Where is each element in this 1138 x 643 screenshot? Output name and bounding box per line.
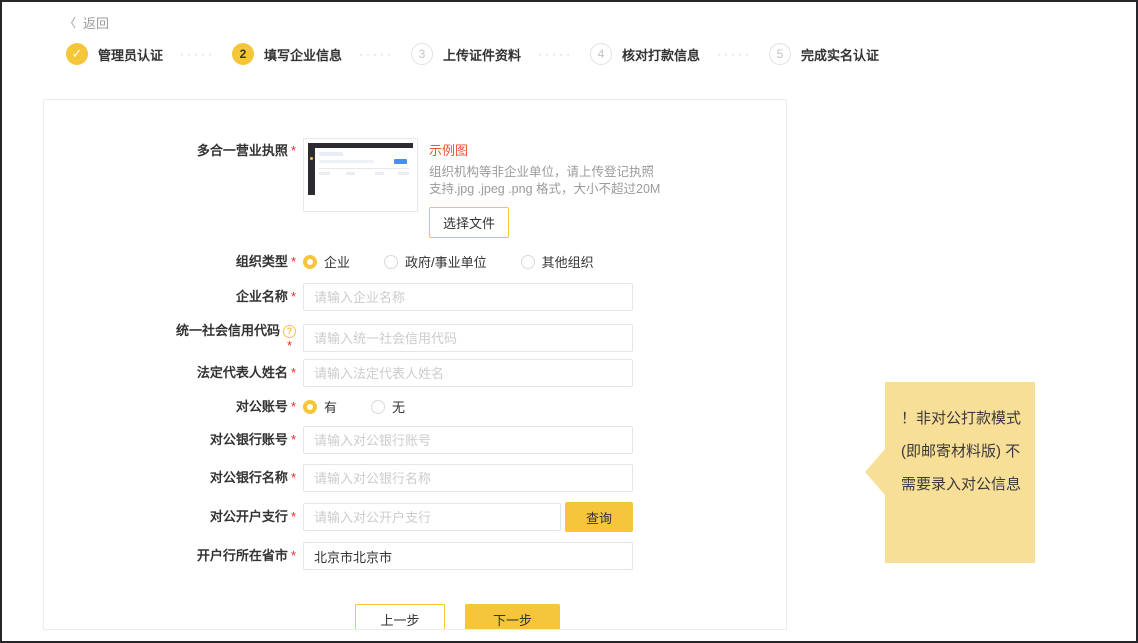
radio-org-other[interactable]: 其他组织 xyxy=(521,252,594,271)
step-label: 填写企业信息 xyxy=(264,45,342,64)
step-separator-dots: ····· xyxy=(538,47,573,61)
company-info-form-card: 多合一营业执照* 示例图 组织机构等非企业单位，请上传登记执照 xyxy=(43,99,787,630)
tooltip-arrow-left xyxy=(865,449,885,495)
form-actions: 上一步 下一步 xyxy=(355,604,786,630)
step-label: 上传证件资料 xyxy=(443,45,521,64)
tooltip-text: ！非对公打款模式 (即邮寄材料版) 不需要录入对公信息 xyxy=(901,402,1023,501)
next-step-button[interactable]: 下一步 xyxy=(465,604,560,630)
bank-region-row: 开户行所在省市* xyxy=(44,542,786,570)
bank-name-label: 对公银行名称* xyxy=(44,470,303,486)
step-number-3: 3 xyxy=(411,43,433,65)
radio-org-government[interactable]: 政府/事业单位 xyxy=(384,252,487,271)
required-asterisk: * xyxy=(291,254,296,269)
step-number-5: 5 xyxy=(769,43,791,65)
step-number-4: 4 xyxy=(590,43,612,65)
radio-icon xyxy=(521,255,535,269)
credit-code-row: 统一社会信用代码 ? * xyxy=(44,323,786,353)
step-label: 核对打款信息 xyxy=(622,45,700,64)
check-icon: ✓ xyxy=(66,43,88,65)
bank-account-row: 对公银行账号* xyxy=(44,426,786,454)
company-name-input[interactable] xyxy=(303,283,633,311)
back-label: 返回 xyxy=(83,13,109,32)
required-asterisk: * xyxy=(287,338,292,353)
choose-file-button[interactable]: 选择文件 xyxy=(429,207,509,238)
step-separator-dots: ····· xyxy=(180,47,215,61)
radio-org-enterprise[interactable]: 企业 xyxy=(303,252,350,271)
sample-image-link[interactable]: 示例图 xyxy=(429,140,660,159)
bank-region-input[interactable] xyxy=(303,542,633,570)
step-label: 完成实名认证 xyxy=(801,45,879,64)
radio-selected-icon xyxy=(303,255,317,269)
credit-code-input[interactable] xyxy=(303,324,633,352)
company-name-row: 企业名称* xyxy=(44,283,786,311)
radio-icon xyxy=(384,255,398,269)
step-company-info: 2 填写企业信息 xyxy=(232,43,342,65)
bank-branch-label: 对公开户支行* xyxy=(44,509,303,525)
step-separator-dots: ····· xyxy=(717,47,752,61)
legal-person-row: 法定代表人姓名* xyxy=(44,359,786,387)
bank-name-input[interactable] xyxy=(303,464,633,492)
bank-account-label: 对公银行账号* xyxy=(44,432,303,448)
radio-icon xyxy=(371,400,385,414)
company-name-label: 企业名称* xyxy=(44,289,303,305)
corporate-account-label: 对公账号* xyxy=(44,399,303,415)
bank-name-row: 对公银行名称* xyxy=(44,464,786,492)
step-label: 管理员认证 xyxy=(98,45,163,64)
stepper: ✓ 管理员认证 ····· 2 填写企业信息 ····· 3 上传证件资料 ··… xyxy=(66,43,879,65)
bank-branch-row: 对公开户支行* 查询 xyxy=(44,502,786,532)
radio-selected-icon xyxy=(303,400,317,414)
step-complete-verification: 5 完成实名认证 xyxy=(769,43,879,65)
help-question-icon[interactable]: ? xyxy=(283,325,296,338)
org-type-label: 组织类型* xyxy=(44,254,303,270)
required-asterisk: * xyxy=(291,365,296,380)
tooltip-callout: ！非对公打款模式 (即邮寄材料版) 不需要录入对公信息 xyxy=(885,382,1035,563)
bank-region-label: 开户行所在省市* xyxy=(44,548,303,564)
license-upload-row: 多合一营业执照* 示例图 组织机构等非企业单位，请上传登记执照 xyxy=(44,138,786,238)
bank-account-input[interactable] xyxy=(303,426,633,454)
step-number-2: 2 xyxy=(232,43,254,65)
license-hint: 组织机构等非企业单位，请上传登记执照 支持.jpg .jpeg .png 格式，… xyxy=(429,164,660,198)
required-asterisk: * xyxy=(291,548,296,563)
license-label: 多合一营业执照* xyxy=(44,138,303,159)
required-asterisk: * xyxy=(291,289,296,304)
credit-code-label: 统一社会信用代码 ? * xyxy=(44,323,303,353)
required-asterisk: * xyxy=(291,143,296,158)
radio-account-yes[interactable]: 有 xyxy=(303,397,337,416)
legal-person-input[interactable] xyxy=(303,359,633,387)
bank-branch-input[interactable] xyxy=(303,503,561,531)
radio-account-no[interactable]: 无 xyxy=(371,397,405,416)
required-asterisk: * xyxy=(291,399,296,414)
legal-person-label: 法定代表人姓名* xyxy=(44,365,303,381)
query-button[interactable]: 查询 xyxy=(565,502,633,532)
step-upload-documents: 3 上传证件资料 xyxy=(411,43,521,65)
step-verify-payment: 4 核对打款信息 xyxy=(590,43,700,65)
back-button[interactable]: 〈 返回 xyxy=(64,13,109,32)
license-sample-thumbnail xyxy=(303,138,418,212)
chevron-left-icon: 〈 xyxy=(64,14,76,31)
enterprise-verification-page: 〈 返回 ✓ 管理员认证 ····· 2 填写企业信息 ····· 3 上传证件… xyxy=(0,0,1138,643)
step-separator-dots: ····· xyxy=(359,47,394,61)
corporate-account-row: 对公账号* 有 无 xyxy=(44,397,786,416)
required-asterisk: * xyxy=(291,509,296,524)
required-asterisk: * xyxy=(291,470,296,485)
required-asterisk: * xyxy=(291,432,296,447)
step-admin-verified: ✓ 管理员认证 xyxy=(66,43,163,65)
org-type-row: 组织类型* 企业 政府/事业单位 其他组织 xyxy=(44,252,786,271)
previous-step-button[interactable]: 上一步 xyxy=(355,604,445,630)
